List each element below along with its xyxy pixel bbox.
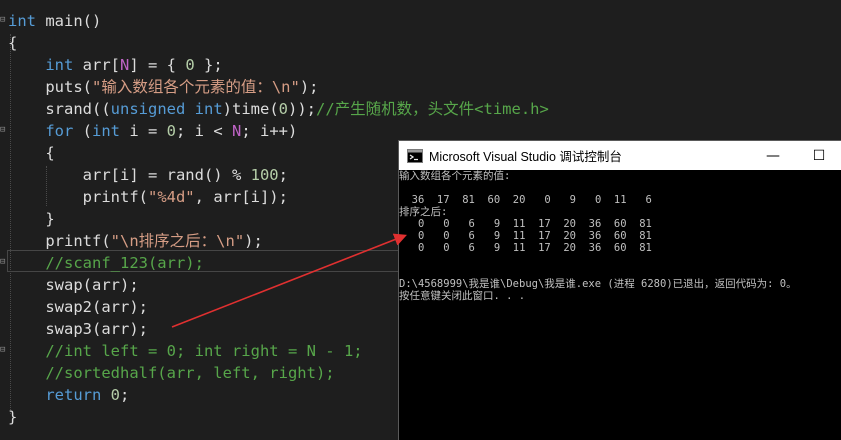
console-output-line: 36 17 81 60 20 0 9 0 11 6 xyxy=(399,194,652,206)
code-token: { xyxy=(8,144,55,162)
code-line: //sortedhalf(arr, left, right); xyxy=(8,362,335,384)
code-token: return xyxy=(45,386,102,404)
code-line: srand((unsigned int)time(0));//产生随机数，头文件… xyxy=(8,98,549,120)
code-token: //产生随机数，头文件<time.h> xyxy=(316,100,549,118)
code-token: int xyxy=(45,56,74,74)
code-token: main() xyxy=(36,12,102,30)
console-output-line: 按任意键关闭此窗口. . . xyxy=(399,290,526,302)
console-output-line: D:\4568999\我是谁\Debug\我是谁.exe (进程 6280)已退… xyxy=(399,278,797,290)
console-app-icon xyxy=(407,148,423,163)
code-line: swap3(arr); xyxy=(8,318,148,340)
console-titlebar[interactable]: Microsoft Visual Studio 调试控制台 — ☐ xyxy=(399,141,841,170)
code-token: 0 xyxy=(278,100,288,118)
maximize-icon: ☐ xyxy=(812,147,826,164)
code-token: printf( xyxy=(8,232,111,250)
code-token: int xyxy=(194,100,223,118)
code-token: }; xyxy=(194,56,223,74)
code-line: for (int i = 0; i < N; i++) xyxy=(8,120,297,142)
code-token: ); xyxy=(299,78,319,96)
code-token: ; xyxy=(278,166,288,184)
code-token: int xyxy=(92,122,120,140)
fold-marker-main[interactable]: ⊟ xyxy=(0,16,8,25)
code-token: "%4d" xyxy=(147,188,195,206)
code-line: } xyxy=(8,406,17,428)
code-token: )time( xyxy=(222,100,279,118)
code-token: } xyxy=(8,408,18,426)
console-output-line: 0 0 6 9 11 17 20 36 60 81 xyxy=(399,242,652,254)
code-line: //int left = 0; int right = N - 1; xyxy=(8,340,363,362)
maximize-button[interactable]: ☐ xyxy=(796,141,841,170)
code-token: int xyxy=(8,12,36,30)
debug-console-window[interactable]: Microsoft Visual Studio 调试控制台 — ☐ 输入数组各个… xyxy=(398,140,841,440)
code-token: 0 xyxy=(110,386,121,404)
code-token: 0 xyxy=(166,122,177,140)
code-line: { xyxy=(8,142,55,164)
minimize-button[interactable]: — xyxy=(750,141,796,170)
code-token: for xyxy=(45,122,74,140)
code-line: printf("\n排序之后：\n"); xyxy=(8,230,263,252)
code-token: , arr[i]); xyxy=(194,188,288,206)
code-line: printf("%4d", arr[i]); xyxy=(8,186,288,208)
code-token: )); xyxy=(288,100,316,118)
code-token: 100 xyxy=(250,166,279,184)
code-token: swap3(arr); xyxy=(8,320,148,338)
code-token: swap(arr); xyxy=(8,276,139,294)
code-token: printf( xyxy=(8,188,148,206)
code-token: //sortedhalf(arr, left, right); xyxy=(45,364,335,382)
fold-marker-for[interactable]: ⊟ xyxy=(0,126,8,135)
console-title: Microsoft Visual Studio 调试控制台 xyxy=(429,150,622,164)
code-token: arr[i] = rand() % xyxy=(8,166,251,184)
code-line: puts("输入数组各个元素的值：\n"); xyxy=(8,76,319,98)
code-token: ] = { xyxy=(129,56,186,74)
code-line: } xyxy=(8,208,55,230)
code-token: swap2(arr); xyxy=(8,298,148,316)
console-output: 输入数组各个元素的值: 36 17 81 60 20 0 9 0 11 6 排序之… xyxy=(399,170,841,302)
code-token: ; xyxy=(120,386,130,404)
code-line: swap(arr); xyxy=(8,274,139,296)
code-token: ( xyxy=(73,122,92,140)
code-token: unsigned xyxy=(110,100,186,118)
code-token: N xyxy=(232,122,242,140)
code-token: "输入数组各个元素的值：\n" xyxy=(92,78,300,96)
code-token: i = xyxy=(120,122,167,140)
code-token: } xyxy=(8,210,55,228)
code-token: "\n排序之后：\n" xyxy=(110,232,245,250)
code-token: { xyxy=(8,34,18,52)
fold-marker-comment-2[interactable]: ⊟ xyxy=(0,346,8,355)
code-line: { xyxy=(8,32,17,54)
code-token: //scanf_123(arr); xyxy=(45,254,204,272)
code-line: return 0; xyxy=(8,384,129,406)
console-output-line: 排序之后: xyxy=(399,206,448,218)
code-line: swap2(arr); xyxy=(8,296,148,318)
minimize-icon: — xyxy=(766,147,780,164)
console-output-line: 0 0 6 9 11 17 20 36 60 81 xyxy=(399,230,652,242)
code-token: arr[ xyxy=(73,56,120,74)
code-token: ; i++) xyxy=(241,122,298,140)
code-token: //int left = 0; int right = N - 1; xyxy=(45,342,363,360)
code-line: int arr[N] = { 0 }; xyxy=(8,54,223,76)
code-token: ); xyxy=(244,232,263,250)
console-output-line: 输入数组各个元素的值: xyxy=(399,170,511,182)
code-line: arr[i] = rand() % 100; xyxy=(8,164,288,186)
console-output-line: 0 0 6 9 11 17 20 36 60 81 xyxy=(399,218,652,230)
code-line: int main() xyxy=(8,10,101,32)
code-token: puts( xyxy=(8,78,92,96)
code-line: //scanf_123(arr); xyxy=(8,252,204,274)
code-token: srand(( xyxy=(8,100,111,118)
code-token: 0 xyxy=(185,56,195,74)
code-token: N xyxy=(120,56,130,74)
code-token: ; i < xyxy=(176,122,233,140)
